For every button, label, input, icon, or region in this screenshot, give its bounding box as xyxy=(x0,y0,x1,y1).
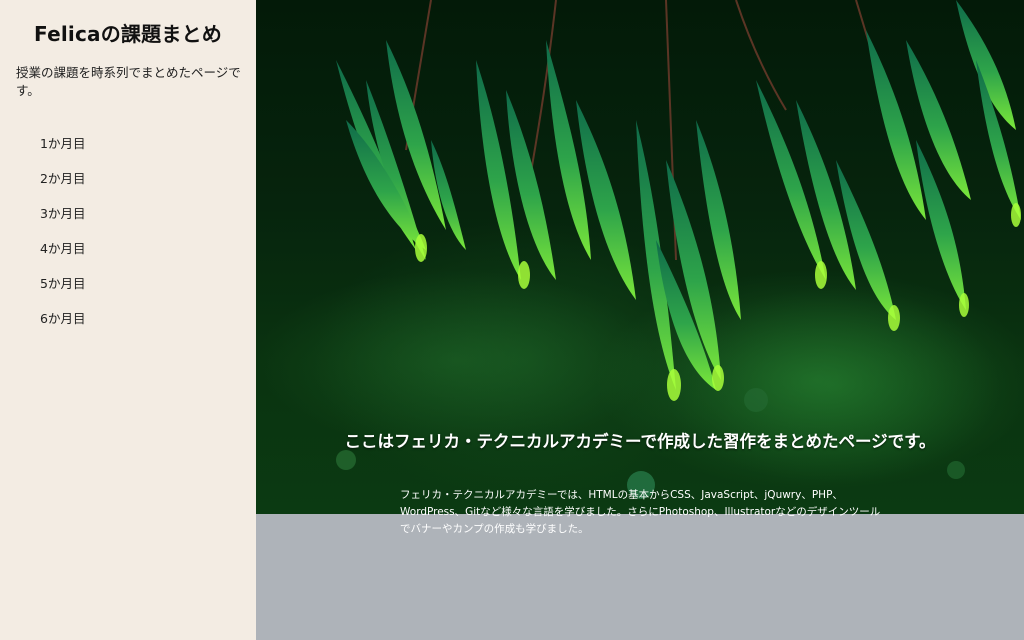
nav-item-month-5[interactable]: 5か月目 xyxy=(40,274,85,309)
hero-description: フェリカ・テクニカルアカデミーでは、HTMLの基本からCSS、JavaScrip… xyxy=(400,489,881,535)
nav-item-month-2[interactable]: 2か月目 xyxy=(40,169,85,204)
page: Felicaの課題まとめ 授業の課題を時系列でまとめたページです。 1か月目 2… xyxy=(0,0,1024,640)
nav-item-month-3[interactable]: 3か月目 xyxy=(40,204,85,239)
hero-image: ここはフェリカ・テクニカルアカデミーで作成した習作をまとめたページです。 xyxy=(256,0,1024,514)
hero-heading: ここはフェリカ・テクニカルアカデミーで作成した習作をまとめたページです。 xyxy=(344,432,936,451)
nav-item-month-6[interactable]: 6か月目 xyxy=(40,309,85,344)
nav-item-month-1[interactable]: 1か月目 xyxy=(40,134,85,169)
site-description: 授業の課題を時系列でまとめたページです。 xyxy=(16,65,241,98)
nav-item-month-4[interactable]: 4か月目 xyxy=(40,239,85,274)
month-nav: 1か月目 2か月目 3か月目 4か月目 5か月目 6か月目 xyxy=(40,134,85,344)
site-title[interactable]: Felicaの課題まとめ xyxy=(0,18,256,47)
sidebar: Felicaの課題まとめ 授業の課題を時系列でまとめたページです。 1か月目 2… xyxy=(0,0,256,640)
